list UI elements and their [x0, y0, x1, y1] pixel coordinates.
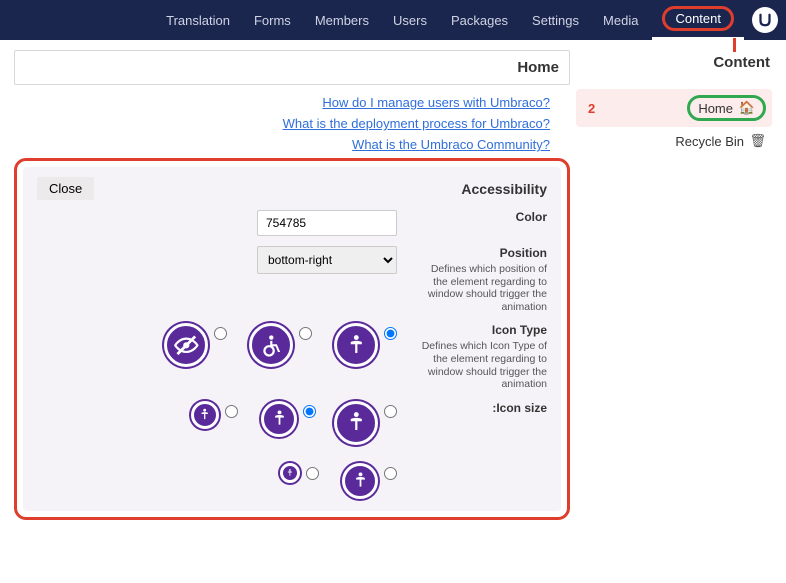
document-links: How do I manage users with Umbraco? What…	[14, 95, 570, 152]
nav-packages[interactable]: Packages	[441, 0, 518, 40]
nav-translation[interactable]: Translation	[156, 0, 240, 40]
panel-title: Accessibility	[461, 181, 547, 197]
accessibility-person-icon	[334, 401, 378, 445]
accessibility-person-icon	[261, 401, 297, 437]
icontype-radio-eye[interactable]	[214, 327, 227, 340]
accessibility-eye-icon	[164, 323, 208, 367]
icontype-label: Icon Type	[417, 323, 547, 337]
iconsize-radio-lg[interactable]	[384, 405, 397, 418]
page-title: Home	[14, 50, 570, 85]
icon-type-options	[164, 323, 397, 367]
close-button[interactable]: Close	[37, 177, 94, 200]
nav-content[interactable]: Content	[652, 0, 744, 40]
accessibility-panel: Accessibility Close Color Position Defin…	[23, 167, 561, 511]
sidebar-title: Content	[576, 54, 772, 71]
color-label: Color	[417, 210, 547, 224]
color-input[interactable]	[257, 210, 397, 236]
position-label: Position	[417, 246, 547, 260]
nav-media[interactable]: Media	[593, 0, 648, 40]
home-icon: 🏠	[741, 100, 755, 116]
icontype-radio-wheel[interactable]	[299, 327, 312, 340]
icontype-desc: Defines which Icon Type of the element r…	[417, 340, 547, 390]
annotation-badge: 2	[582, 101, 595, 116]
accessibility-wheelchair-icon	[249, 323, 293, 367]
nav-forms[interactable]: Forms	[244, 0, 301, 40]
accessibility-person-icon	[191, 401, 219, 429]
nav-members[interactable]: Members	[305, 0, 379, 40]
position-desc: Defines which position of the element re…	[417, 263, 547, 313]
top-nav: Content Media Settings Packages Users Me…	[0, 0, 786, 40]
sidebar: Content 🏠 Home 2 🗑 Recycle Bin	[576, 40, 786, 583]
sidebar-item-label: Home	[698, 101, 733, 116]
annotation-arrow	[724, 38, 736, 52]
iconsize-label: Icon size:	[417, 401, 547, 415]
trash-icon: 🗑	[752, 133, 766, 149]
accessibility-person-icon	[342, 463, 378, 499]
link[interactable]: What is the deployment process for Umbra…	[34, 116, 550, 131]
iconsize-radio-sm[interactable]	[225, 405, 238, 418]
accessibility-panel-highlight: Accessibility Close Color Position Defin…	[14, 158, 570, 520]
sidebar-item-label: Recycle Bin	[675, 134, 744, 149]
icon-size-options	[127, 401, 397, 499]
sidebar-item-home[interactable]: 🏠 Home 2	[576, 89, 772, 127]
accessibility-person-icon	[280, 463, 300, 483]
main-area: Home How do I manage users with Umbraco?…	[0, 40, 576, 583]
app-logo	[752, 7, 778, 33]
link[interactable]: What is the Umbraco Community?	[34, 137, 550, 152]
link[interactable]: How do I manage users with Umbraco?	[34, 95, 550, 110]
iconsize-radio-md[interactable]	[303, 405, 316, 418]
accessibility-person-icon	[334, 323, 378, 367]
sidebar-item-recycle[interactable]: 🗑 Recycle Bin	[576, 127, 772, 155]
iconsize-radio-md2[interactable]	[384, 467, 397, 480]
nav-settings[interactable]: Settings	[522, 0, 589, 40]
icontype-radio-person[interactable]	[384, 327, 397, 340]
nav-users[interactable]: Users	[383, 0, 437, 40]
position-select[interactable]: bottom-right	[257, 246, 397, 274]
iconsize-radio-xs[interactable]	[306, 467, 319, 480]
